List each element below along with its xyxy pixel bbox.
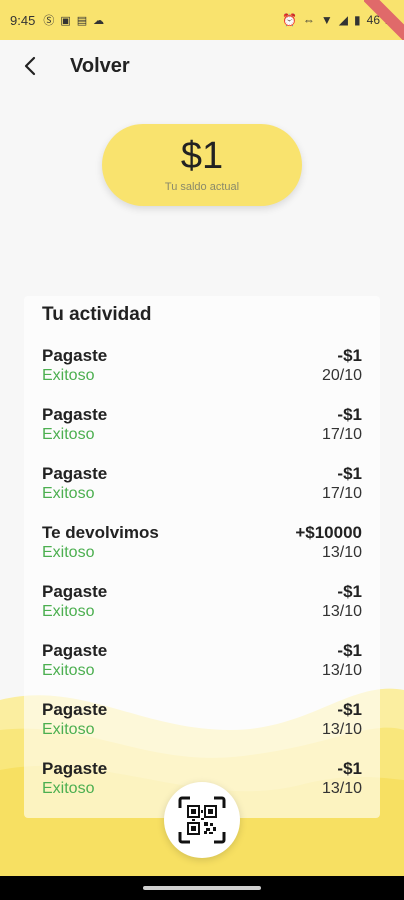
row-status: Exitoso: [42, 603, 95, 620]
row-date: 13/10: [321, 721, 362, 738]
back-button[interactable]: [18, 54, 42, 78]
qr-scan-button[interactable]: [164, 782, 240, 858]
row-status: Exitoso: [42, 485, 95, 502]
row-status: Exitoso: [42, 662, 95, 679]
activity-row[interactable]: Pagaste Exitoso -$1 17/10: [42, 405, 362, 464]
row-status: Exitoso: [42, 426, 95, 443]
row-date: 20/10: [321, 367, 362, 384]
system-nav-bar: [0, 876, 404, 900]
balance-caption: Tu saldo actual: [164, 181, 240, 193]
row-amount: -$1: [337, 700, 362, 719]
row-status: Exitoso: [42, 367, 95, 384]
row-type: Pagaste: [42, 464, 108, 483]
row-date: 17/10: [321, 485, 362, 502]
qr-scan-icon: [178, 796, 226, 844]
row-date: 13/10: [321, 603, 362, 620]
activity-card: Tu actividad Pagaste Exitoso -$1 20/10 P…: [24, 296, 380, 818]
row-amount: -$1: [337, 405, 362, 424]
row-amount: -$1: [337, 641, 362, 660]
row-amount: +$10000: [295, 523, 362, 542]
row-type: Pagaste: [42, 582, 108, 601]
activity-row[interactable]: Te devolvimos Exitoso +$10000 13/10: [42, 523, 362, 582]
activity-row[interactable]: Pagaste Exitoso -$1 13/10: [42, 582, 362, 641]
row-type: Pagaste: [42, 759, 108, 778]
activity-title: Tu actividad: [42, 304, 152, 325]
alarm-icon: ⏰: [281, 13, 297, 27]
balance-card: $1 Tu saldo actual: [102, 124, 302, 206]
row-amount: -$1: [337, 464, 362, 483]
row-date: 13/10: [321, 544, 362, 561]
activity-row[interactable]: Pagaste Exitoso -$1 17/10: [42, 464, 362, 523]
row-date: 13/10: [321, 662, 362, 679]
row-amount: -$1: [337, 346, 362, 365]
row-type: Pagaste: [42, 641, 108, 660]
cloud-icon: ☁: [93, 14, 105, 27]
row-amount: -$1: [337, 759, 362, 778]
row-date: 17/10: [321, 426, 362, 443]
row-type: Pagaste: [42, 405, 108, 424]
wifi-icon: ▼: [320, 13, 333, 27]
row-type: Pagaste: [42, 700, 108, 719]
s-app-icon: Ⓢ: [43, 15, 55, 27]
header: Volver: [0, 40, 404, 92]
link-icon: ⇔: [302, 13, 315, 27]
chevron-left-icon: [24, 56, 36, 76]
balance-amount: $1: [180, 135, 224, 177]
activity-row[interactable]: Pagaste Exitoso -$1 13/10: [42, 700, 362, 759]
row-type: Pagaste: [42, 346, 108, 365]
activity-row[interactable]: Pagaste Exitoso -$1 13/10: [42, 641, 362, 700]
home-indicator[interactable]: [143, 886, 261, 890]
row-amount: -$1: [337, 582, 362, 601]
status-bar: 9:45 Ⓢ ▣ ▤ ☁ ⏰ ⇔ ▼ ◢ ▮ 46 %: [0, 0, 404, 40]
row-date: 13/10: [321, 780, 362, 797]
row-status: Exitoso: [42, 544, 95, 561]
status-time: 9:45: [10, 12, 36, 28]
signal-icon: ◢: [338, 13, 349, 27]
calendar-icon: ▣: [60, 14, 71, 27]
row-status: Exitoso: [42, 721, 95, 738]
row-status: Exitoso: [42, 780, 95, 797]
page-title[interactable]: Volver: [70, 55, 130, 78]
mail-icon: ▤: [76, 14, 88, 27]
activity-row[interactable]: Pagaste Exitoso -$1 20/10: [42, 346, 362, 405]
row-type: Te devolvimos: [42, 523, 159, 542]
battery-icon: ▮: [354, 13, 361, 27]
